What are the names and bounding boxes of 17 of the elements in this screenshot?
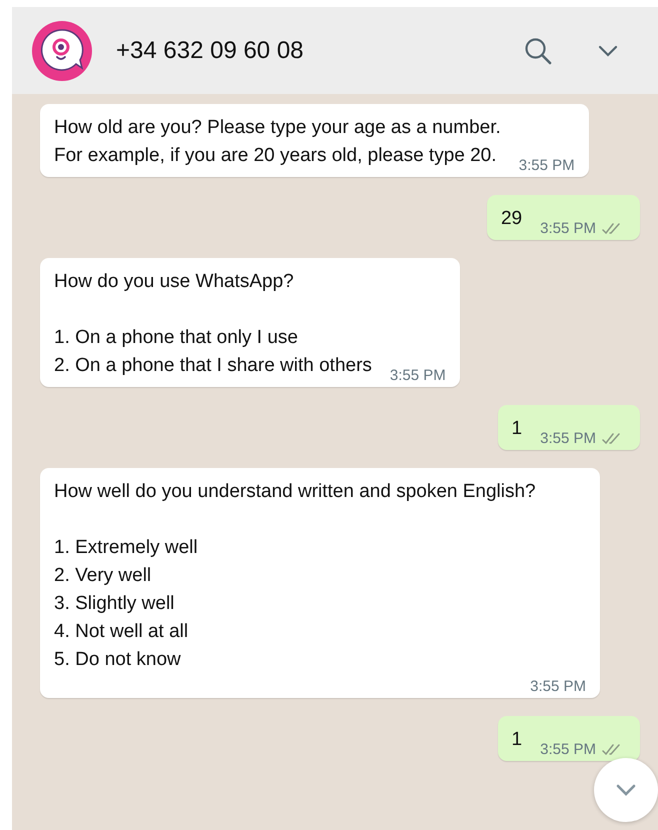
message-time: 3:55 PM — [540, 220, 596, 237]
message-text: 1 — [512, 417, 522, 441]
message-time: 3:55 PM — [540, 430, 596, 447]
search-icon[interactable] — [524, 36, 552, 64]
chevron-down-icon — [615, 783, 637, 797]
message-text: How well do you understand written and spoken English? 1. Extremely well 2. Very well 3. Slightly well 4. Not well at all 5. Do not know — [54, 480, 536, 672]
message-text: How old are you? Please type your age as a number. For example, if you are 20 years old, please type 20. — [54, 116, 501, 168]
message-time: 3:55 PM — [390, 367, 446, 384]
chevron-down-icon[interactable] — [598, 44, 618, 56]
message-time: 3:55 PM — [530, 678, 586, 695]
message-text: 1 — [512, 728, 522, 752]
avatar-icon[interactable] — [31, 20, 93, 82]
message-time: 3:55 PM — [518, 157, 575, 174]
message-time: 3:55 PM — [540, 741, 596, 758]
contact-name: +34 632 09 60 08 — [116, 36, 305, 64]
message-text: 29 — [500, 207, 522, 231]
message-text: How do you use WhatsApp? 1. On a phone that only I use 2. On a phone that I share with others — [54, 270, 372, 378]
